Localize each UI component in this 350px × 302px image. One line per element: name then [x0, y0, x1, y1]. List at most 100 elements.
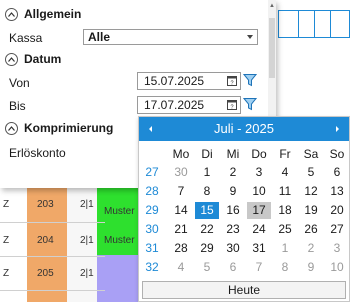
von-value: 15.07.2025 — [144, 74, 205, 88]
calendar-day[interactable]: 24 — [247, 221, 271, 238]
calendar-day[interactable]: 23 — [221, 221, 245, 238]
calendar-day[interactable]: 5 — [299, 164, 323, 181]
row-name: Muster — [104, 235, 135, 246]
calendar-day[interactable]: 28 — [169, 240, 193, 257]
week-number: 31 — [145, 241, 159, 255]
von-label: Von — [9, 76, 30, 90]
bis-date-input[interactable]: 17.07.2025 ? — [137, 96, 241, 114]
calendar-day[interactable]: 10 — [325, 259, 349, 276]
header-grid-cell — [278, 10, 298, 38]
chevron-up-icon[interactable] — [5, 7, 18, 21]
calendar-day[interactable]: 5 — [195, 259, 219, 276]
calendar-day[interactable]: 4 — [273, 164, 297, 181]
section-komprimierung[interactable]: Komprimierung — [5, 121, 113, 135]
calendar-day[interactable]: 21 — [169, 221, 193, 238]
calendar-day[interactable]: 22 — [195, 221, 219, 238]
section-datum[interactable]: Datum — [5, 52, 61, 66]
filter-icon[interactable] — [243, 97, 257, 111]
calendar-day[interactable]: 29 — [195, 240, 219, 257]
calendar-day[interactable]: 1 — [273, 240, 297, 257]
calendar-day[interactable]: 13 — [325, 183, 349, 200]
calendar-day[interactable]: 8 — [273, 259, 297, 276]
calendar-day[interactable]: 6 — [221, 259, 245, 276]
calendar-day[interactable]: 2 — [299, 240, 323, 257]
today-button[interactable]: Heute — [142, 281, 346, 299]
row-type: Z — [3, 235, 10, 246]
section-title: Datum — [24, 52, 62, 66]
month-title[interactable]: Juli - 2025 — [139, 121, 349, 136]
header-grid-cell — [314, 10, 330, 38]
calendar-day[interactable]: 30 — [169, 164, 193, 181]
calendar-day[interactable]: 8 — [195, 183, 219, 200]
row-number: 203 — [37, 199, 54, 210]
calendar-day[interactable]: 4 — [169, 259, 193, 276]
row-divider — [0, 256, 105, 257]
row-ratio: 2|1 — [80, 199, 94, 210]
calendar-day[interactable]: 27 — [325, 221, 349, 238]
calendar-day[interactable]: 16 — [221, 202, 245, 219]
week-number: 32 — [145, 260, 159, 274]
calendar-day[interactable]: 14 — [169, 202, 193, 219]
svg-text:?: ? — [230, 81, 233, 87]
calendar-day[interactable]: 12 — [299, 183, 323, 200]
weekday-header: Mo — [172, 147, 190, 161]
weekday-header: So — [329, 147, 345, 161]
calendar-day[interactable]: 9 — [221, 183, 245, 200]
calendar-day[interactable]: 3 — [247, 164, 271, 181]
kassa-label: Kassa — [9, 31, 43, 45]
scroll-thumb[interactable] — [269, 18, 275, 78]
weekday-header: Sa — [303, 147, 319, 161]
calendar-icon[interactable]: ? — [227, 99, 237, 110]
filter-icon[interactable] — [243, 73, 257, 87]
calendar-day[interactable]: 17 — [247, 202, 271, 219]
header-grid-cell — [330, 10, 350, 38]
calendar-day[interactable]: 31 — [247, 240, 271, 257]
calendar-day[interactable]: 26 — [299, 221, 323, 238]
week-number: 30 — [145, 222, 159, 236]
chevron-down-icon[interactable] — [247, 35, 253, 39]
weekday-header: Fr — [279, 147, 291, 161]
section-allgemein[interactable]: Allgemein — [5, 7, 81, 21]
header-grid-cell — [298, 10, 314, 38]
calendar-day[interactable]: 18 — [273, 202, 297, 219]
scroll-up-arrow-icon[interactable]: ▲ — [268, 2, 276, 10]
bis-value: 17.07.2025 — [144, 98, 205, 112]
next-month-icon[interactable] — [334, 124, 342, 134]
calendar-day[interactable]: 3 — [325, 240, 349, 257]
bis-label: Bis — [9, 99, 26, 113]
calendar-day[interactable]: 30 — [221, 240, 245, 257]
calendar-day[interactable]: 10 — [247, 183, 271, 200]
calendar-day[interactable]: 19 — [299, 202, 323, 219]
calendar-day[interactable]: 7 — [247, 259, 271, 276]
calendar-day[interactable]: 11 — [273, 183, 297, 200]
calendar-header: Juli - 2025 — [139, 117, 349, 141]
calendar-day[interactable]: 2 — [221, 164, 245, 181]
section-title: Komprimierung — [24, 121, 114, 135]
chevron-up-icon[interactable] — [5, 121, 18, 135]
calendar-day[interactable]: 7 — [169, 183, 193, 200]
calendar-day[interactable]: 20 — [325, 202, 349, 219]
erloeskonto-label: Erlöskonto — [9, 146, 66, 160]
row-type: Z — [3, 199, 10, 210]
row-type: Z — [3, 268, 10, 279]
chevron-up-icon[interactable] — [5, 52, 18, 66]
row-number: 205 — [37, 268, 54, 279]
week-number: 29 — [145, 203, 159, 217]
kassa-value: Alle — [88, 30, 111, 44]
calendar-day[interactable]: 6 — [325, 164, 349, 181]
calendar-day[interactable]: 25 — [273, 221, 297, 238]
weekday-header: Mi — [226, 147, 240, 161]
calendar-day[interactable]: 15 — [195, 202, 219, 219]
calendar-icon[interactable]: ? — [227, 75, 237, 86]
row-ratio: 2|1 — [80, 235, 94, 246]
von-date-input[interactable]: 15.07.2025 ? — [137, 72, 241, 90]
row-name: Muster — [104, 206, 135, 217]
row-number: 204 — [37, 235, 54, 246]
calendar-day[interactable]: 9 — [299, 259, 323, 276]
weekday-header: Do — [251, 147, 267, 161]
weekday-header: Di — [201, 147, 213, 161]
section-title: Allgemein — [24, 7, 82, 21]
kassa-select[interactable]: Alle — [83, 29, 258, 45]
row-divider — [0, 290, 105, 291]
calendar-day[interactable]: 1 — [195, 164, 219, 181]
